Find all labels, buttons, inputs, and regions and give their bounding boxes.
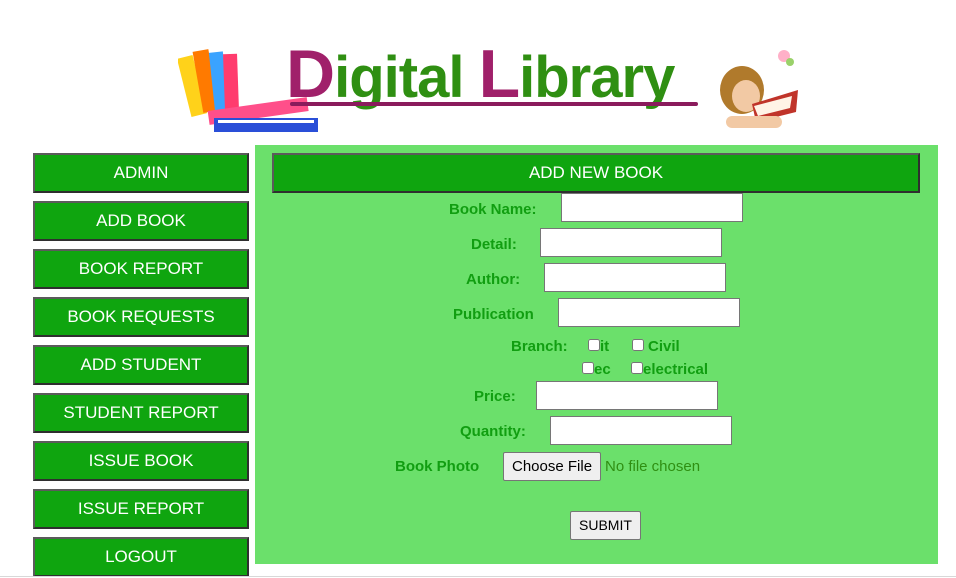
logo-text: Digital Library xyxy=(286,40,675,110)
nav-add-book-button[interactable]: ADD BOOK xyxy=(33,201,249,241)
detail-label: Detail: xyxy=(471,236,517,253)
quantity-input[interactable] xyxy=(550,416,732,445)
digital-library-banner: Digital Library xyxy=(178,40,802,136)
submit-button[interactable]: SUBMIT xyxy=(570,511,641,540)
page-bottom-divider xyxy=(0,576,956,577)
file-status-text: No file chosen xyxy=(605,458,701,475)
branch-it-checkbox[interactable] xyxy=(588,339,600,351)
book-name-label: Book Name: xyxy=(449,201,537,218)
nav-book-report-button[interactable]: BOOK REPORT xyxy=(33,249,249,289)
price-label: Price: xyxy=(474,388,516,405)
logo-word-digital: igital xyxy=(334,45,464,110)
branch-civil-checkbox[interactable] xyxy=(632,339,644,351)
price-input[interactable] xyxy=(536,381,718,410)
nav-book-requests-button[interactable]: BOOK REQUESTS xyxy=(33,297,249,337)
logo-letter-l: L xyxy=(478,36,521,112)
branch-it-label: it xyxy=(600,338,610,355)
choose-file-button[interactable]: Choose File xyxy=(503,452,602,481)
reading-girl-icon xyxy=(720,50,798,128)
nav-logout-button[interactable]: LOGOUT xyxy=(33,537,249,577)
logo-word-library: ibrary xyxy=(519,45,675,110)
branch-label: Branch: xyxy=(511,338,568,355)
detail-input[interactable] xyxy=(540,228,722,257)
admin-sidebar: ADMIN ADD BOOK BOOK REPORT BOOK REQUESTS… xyxy=(33,153,249,578)
nav-add-student-button[interactable]: ADD STUDENT xyxy=(33,345,249,385)
nav-student-report-button[interactable]: STUDENT REPORT xyxy=(33,393,249,433)
author-input[interactable] xyxy=(544,263,726,292)
publication-label: Publication xyxy=(453,306,534,323)
nav-issue-book-button[interactable]: ISSUE BOOK xyxy=(33,441,249,481)
logo-underline xyxy=(290,102,698,106)
quantity-label: Quantity: xyxy=(460,423,526,440)
nav-issue-report-button[interactable]: ISSUE REPORT xyxy=(33,489,249,529)
branch-civil-label: Civil xyxy=(648,338,680,355)
form-title: ADD NEW BOOK xyxy=(272,153,920,193)
book-name-input[interactable] xyxy=(561,193,743,222)
add-book-panel: ADD NEW BOOK Book Name: Detail: Author: … xyxy=(255,145,938,564)
branch-electrical-checkbox[interactable] xyxy=(631,362,643,374)
branch-ec-checkbox[interactable] xyxy=(582,362,594,374)
nav-admin-button[interactable]: ADMIN xyxy=(33,153,249,193)
book-photo-label: Book Photo xyxy=(395,458,480,475)
branch-ec-label: ec xyxy=(594,361,611,378)
branch-electrical-label: electrical xyxy=(643,361,709,378)
author-label: Author: xyxy=(466,271,521,288)
logo-letter-d: D xyxy=(286,36,335,112)
publication-input[interactable] xyxy=(558,298,740,327)
